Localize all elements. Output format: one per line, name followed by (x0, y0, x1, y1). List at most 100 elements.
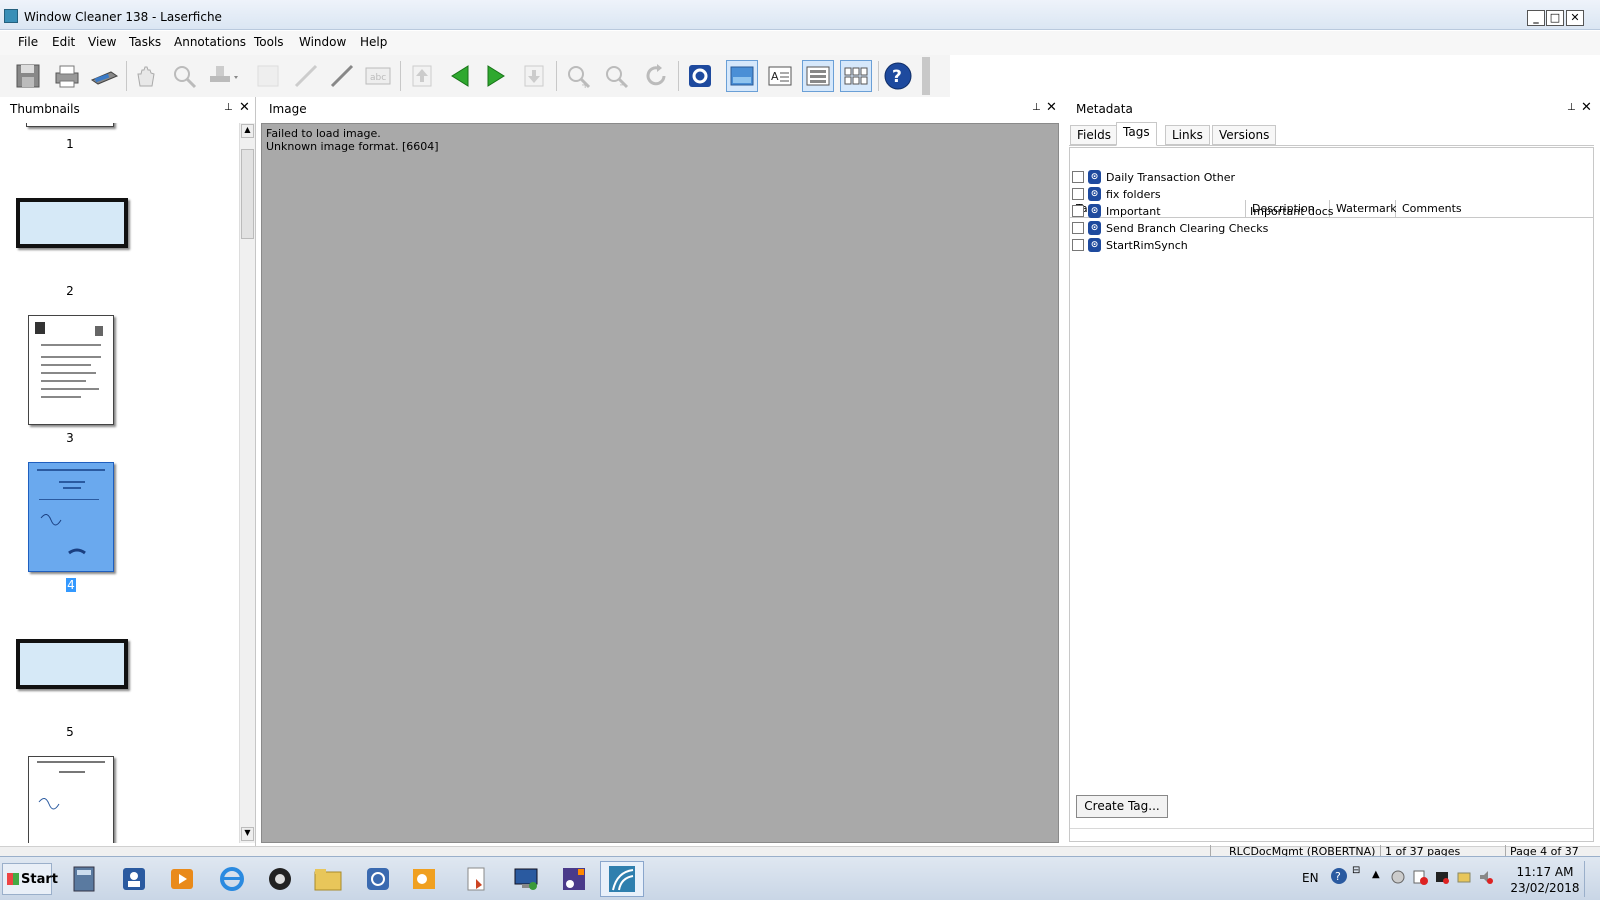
rotate-icon[interactable] (640, 60, 672, 92)
file-explorer-icon[interactable] (306, 861, 350, 897)
menu-help[interactable]: Help (360, 35, 387, 49)
thumbnail-page-5[interactable] (16, 639, 128, 689)
thumbnail-number: 1 (66, 137, 74, 151)
windows-flag-icon (7, 873, 19, 885)
image-error-message: Failed to load image. (266, 127, 381, 140)
tag-row[interactable]: ⊙ StartRimSynch (1070, 237, 1590, 254)
close-icon[interactable]: ✕ (1046, 100, 1057, 115)
clock-date[interactable]: 23/02/2018 (1510, 881, 1580, 895)
laserfiche-taskbar-icon[interactable] (600, 861, 644, 897)
thumbnail-scrollbar[interactable]: ▲ ▼ (239, 123, 255, 843)
outlook-icon[interactable] (402, 861, 446, 897)
tab-versions[interactable]: Versions (1212, 125, 1277, 145)
show-desktop-button[interactable] (1584, 861, 1596, 897)
media-player-icon[interactable] (160, 861, 204, 897)
zoom-region-icon[interactable] (168, 60, 200, 92)
print-icon[interactable] (50, 60, 82, 92)
save-icon[interactable] (12, 60, 44, 92)
toolbar-overflow-handle[interactable] (922, 57, 930, 95)
tag-checkbox[interactable] (1072, 205, 1084, 217)
zoom-in-icon[interactable]: + (562, 60, 594, 92)
chrome-icon[interactable] (258, 861, 302, 897)
remote-desktop-icon[interactable] (504, 861, 548, 897)
status-bar: RLCDocMgmt (ROBERTNA) 1 of 37 pages sele… (0, 845, 1600, 856)
tag-checkbox[interactable] (1072, 171, 1084, 183)
contacts-icon[interactable] (112, 861, 156, 897)
language-indicator[interactable]: EN (1302, 871, 1319, 885)
help-icon[interactable]: ? (882, 60, 914, 92)
menu-tools[interactable]: Tools (254, 35, 284, 49)
first-page-icon[interactable] (406, 60, 438, 92)
pin-icon[interactable]: ⊥ (1567, 102, 1576, 113)
minimize-button[interactable]: _ (1527, 10, 1545, 26)
thumbnail-list[interactable]: 1 2 3 4 5 (6, 123, 238, 843)
pan-hand-icon[interactable] (130, 60, 162, 92)
close-icon[interactable]: ✕ (239, 100, 250, 115)
line-tool-icon[interactable] (290, 60, 322, 92)
menu-view[interactable]: View (88, 35, 116, 49)
tray-power-icon[interactable] (1456, 869, 1472, 888)
tag-checkbox[interactable] (1072, 188, 1084, 200)
pin-icon[interactable]: ⊥ (224, 102, 233, 113)
tab-links[interactable]: Links (1165, 125, 1210, 145)
show-hidden-icons-icon[interactable]: ▲ (1372, 869, 1380, 880)
tray-volume-icon[interactable] (1478, 869, 1494, 888)
tag-row[interactable]: ⊙ Daily Transaction Other (1070, 169, 1590, 186)
tab-tags[interactable]: Tags (1116, 122, 1157, 146)
tray-network-icon[interactable] (1390, 869, 1406, 888)
zoom-out-icon[interactable]: − (600, 60, 632, 92)
menu-edit[interactable]: Edit (52, 35, 75, 49)
tray-help-icon[interactable]: ? (1330, 867, 1348, 888)
refresh-connection-icon[interactable] (684, 60, 716, 92)
pin-icon[interactable]: ⊥ (1032, 102, 1041, 113)
settings-app-icon[interactable] (356, 861, 400, 897)
menu-tasks[interactable]: Tasks (129, 35, 161, 49)
text-box-tool-icon[interactable]: abc (362, 60, 394, 92)
thumbnail-page-3[interactable] (28, 315, 114, 425)
thumbnails-view-icon[interactable] (840, 60, 872, 92)
next-page-icon[interactable] (480, 60, 512, 92)
tag-checkbox[interactable] (1072, 239, 1084, 251)
laserfiche-app-icon[interactable] (4, 9, 18, 23)
menu-annotations[interactable]: Annotations (174, 35, 246, 49)
scroll-up-arrow-icon[interactable]: ▲ (241, 124, 254, 138)
maximize-button[interactable]: □ (1546, 10, 1564, 26)
image-canvas[interactable]: Failed to load image. Unknown image form… (261, 123, 1059, 843)
tag-checkbox[interactable] (1072, 222, 1084, 234)
tags-list[interactable]: Tag Description Watermark Comments ⊙ Dai… (1069, 147, 1594, 842)
scroll-thumb[interactable] (241, 149, 254, 239)
sysadmin-tool-icon[interactable] (552, 861, 596, 897)
thumbnail-page-4[interactable] (28, 462, 114, 572)
close-icon[interactable]: ✕ (1581, 100, 1592, 115)
menu-window[interactable]: Window (299, 35, 346, 49)
pdf-document-icon[interactable] (454, 861, 498, 897)
menu-file[interactable]: File (18, 35, 38, 49)
text-view-icon[interactable]: A (764, 60, 796, 92)
scroll-down-arrow-icon[interactable]: ▼ (241, 827, 254, 841)
thumbnail-page-1[interactable] (26, 123, 114, 127)
scan-icon[interactable] (88, 60, 120, 92)
thumbnail-page-6[interactable] (28, 756, 114, 843)
calculator-icon[interactable] (62, 861, 106, 897)
start-button[interactable]: Start (2, 863, 58, 895)
tag-description: Important docs (1250, 205, 1334, 218)
thumbnail-page-2[interactable] (16, 198, 128, 248)
image-view-icon[interactable] (726, 60, 758, 92)
tray-options-icon[interactable]: ⊟ (1352, 865, 1360, 876)
create-tag-button[interactable]: Create Tag... (1076, 795, 1168, 818)
tray-alert-icon[interactable] (1412, 869, 1428, 888)
tag-row[interactable]: ⊙ Send Branch Clearing Checks (1070, 220, 1590, 237)
tag-row[interactable]: ⊙ fix folders (1070, 186, 1590, 203)
metadata-view-icon[interactable] (802, 60, 834, 92)
internet-explorer-icon[interactable] (210, 861, 254, 897)
previous-page-icon[interactable] (444, 60, 476, 92)
last-page-icon[interactable] (518, 60, 550, 92)
tag-row[interactable]: ⊙ Important Important docs (1070, 203, 1590, 220)
tray-security-icon[interactable] (1434, 869, 1450, 888)
clock-time[interactable]: 11:17 AM (1510, 865, 1580, 879)
blank-tool-icon[interactable] (252, 60, 284, 92)
pen-tool-icon[interactable] (326, 60, 358, 92)
stamp-icon[interactable] (206, 60, 238, 92)
close-button[interactable]: ✕ (1566, 10, 1584, 26)
tab-fields[interactable]: Fields (1070, 125, 1118, 145)
